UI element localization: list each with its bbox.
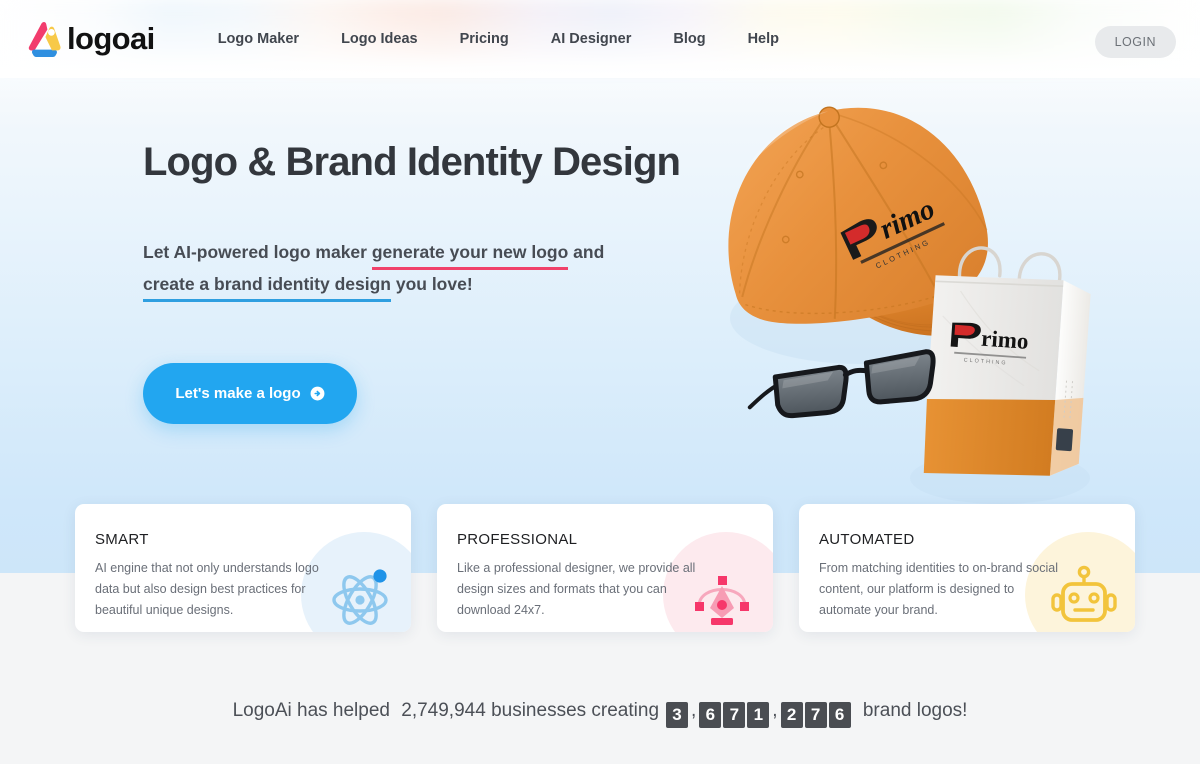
nav-item-logo-maker[interactable]: Logo Maker [197,23,320,55]
feature-card-automated[interactable]: AUTOMATED From matching identities to on… [799,504,1135,632]
counter-digit: 3 [666,702,689,728]
make-a-logo-label: Let's make a logo [175,385,301,402]
counter-digit: 6 [828,702,851,728]
hero-product-artwork: rimo CLOTHING rimo CLOTHING [700,78,1170,518]
shopping-bag-image: rimo CLOTHING [923,246,1091,476]
logo-counter: LogoAi has helped 2,749,944 businesses c… [0,700,1200,728]
hero-subtitle: Let AI-powered logo maker generate your … [143,236,633,303]
feature-card-smart[interactable]: SMART AI engine that not only understand… [75,504,411,632]
brand-logo[interactable]: logoai [24,19,155,59]
professional-card-body: Like a professional designer, we provide… [457,561,696,617]
counter-comma: , [691,700,697,721]
counter-middle: businesses creating [491,700,660,721]
automated-card-title: AUTOMATED [819,531,915,548]
counter-odometer: 3,671,276 [665,700,852,728]
atom-icon [325,562,395,632]
counter-digit: 6 [699,702,722,728]
site-header: logoai Logo Maker Logo Ideas Pricing AI … [0,0,1200,78]
professional-card-title: PROFESSIONAL [457,531,578,548]
make-a-logo-button[interactable]: Let's make a logo [143,363,357,424]
counter-digit: 1 [747,702,770,728]
robot-icon [1049,562,1119,632]
hero-subtitle-highlight-generate: generate your new logo [371,242,569,270]
hero-subtitle-part1: Let AI-powered logo maker [143,242,372,262]
smart-card-title: SMART [95,531,149,548]
feature-cards: SMART AI engine that not only understand… [75,504,1135,632]
logoai-triangle-mark [28,21,61,57]
counter-suffix: brand logos! [862,700,968,721]
counter-digit: 7 [723,702,746,728]
page-title: Logo & Brand Identity Design [143,140,681,184]
svg-text:rimo: rimo [980,326,1029,354]
feature-card-professional[interactable]: PROFESSIONAL Like a professional designe… [437,504,773,632]
counter-comma: , [772,700,778,721]
hero-copy: Logo & Brand Identity Design Let AI-powe… [143,140,743,303]
hero-subtitle-part3: you love! [390,274,473,295]
counter-businesses: 2,749,944 [401,700,486,721]
counter-digit: 7 [804,702,827,728]
nav-item-pricing[interactable]: Pricing [439,23,530,55]
login-button[interactable]: LOGIN [1094,26,1176,58]
automated-card-body: From matching identities to on-brand soc… [819,561,1059,617]
hero-subtitle-part2: and [568,242,605,262]
nav-item-ai-designer[interactable]: AI Designer [530,23,653,55]
counter-digit: 2 [780,702,803,728]
nav-item-help[interactable]: Help [727,23,800,55]
brand-wordmark: logoai [67,21,155,56]
hero-subtitle-highlight-identity: create a brand identity design [143,274,391,303]
smart-card-body: AI engine that not only understands logo… [95,561,319,617]
arrow-right-circle-icon [310,386,325,401]
counter-prefix: LogoAi has helped [232,700,390,721]
pen-tool-icon [687,562,757,632]
nav-item-logo-ideas[interactable]: Logo Ideas [320,23,439,55]
main-navigation: Logo Maker Logo Ideas Pricing AI Designe… [197,23,800,55]
nav-item-blog[interactable]: Blog [652,23,726,55]
